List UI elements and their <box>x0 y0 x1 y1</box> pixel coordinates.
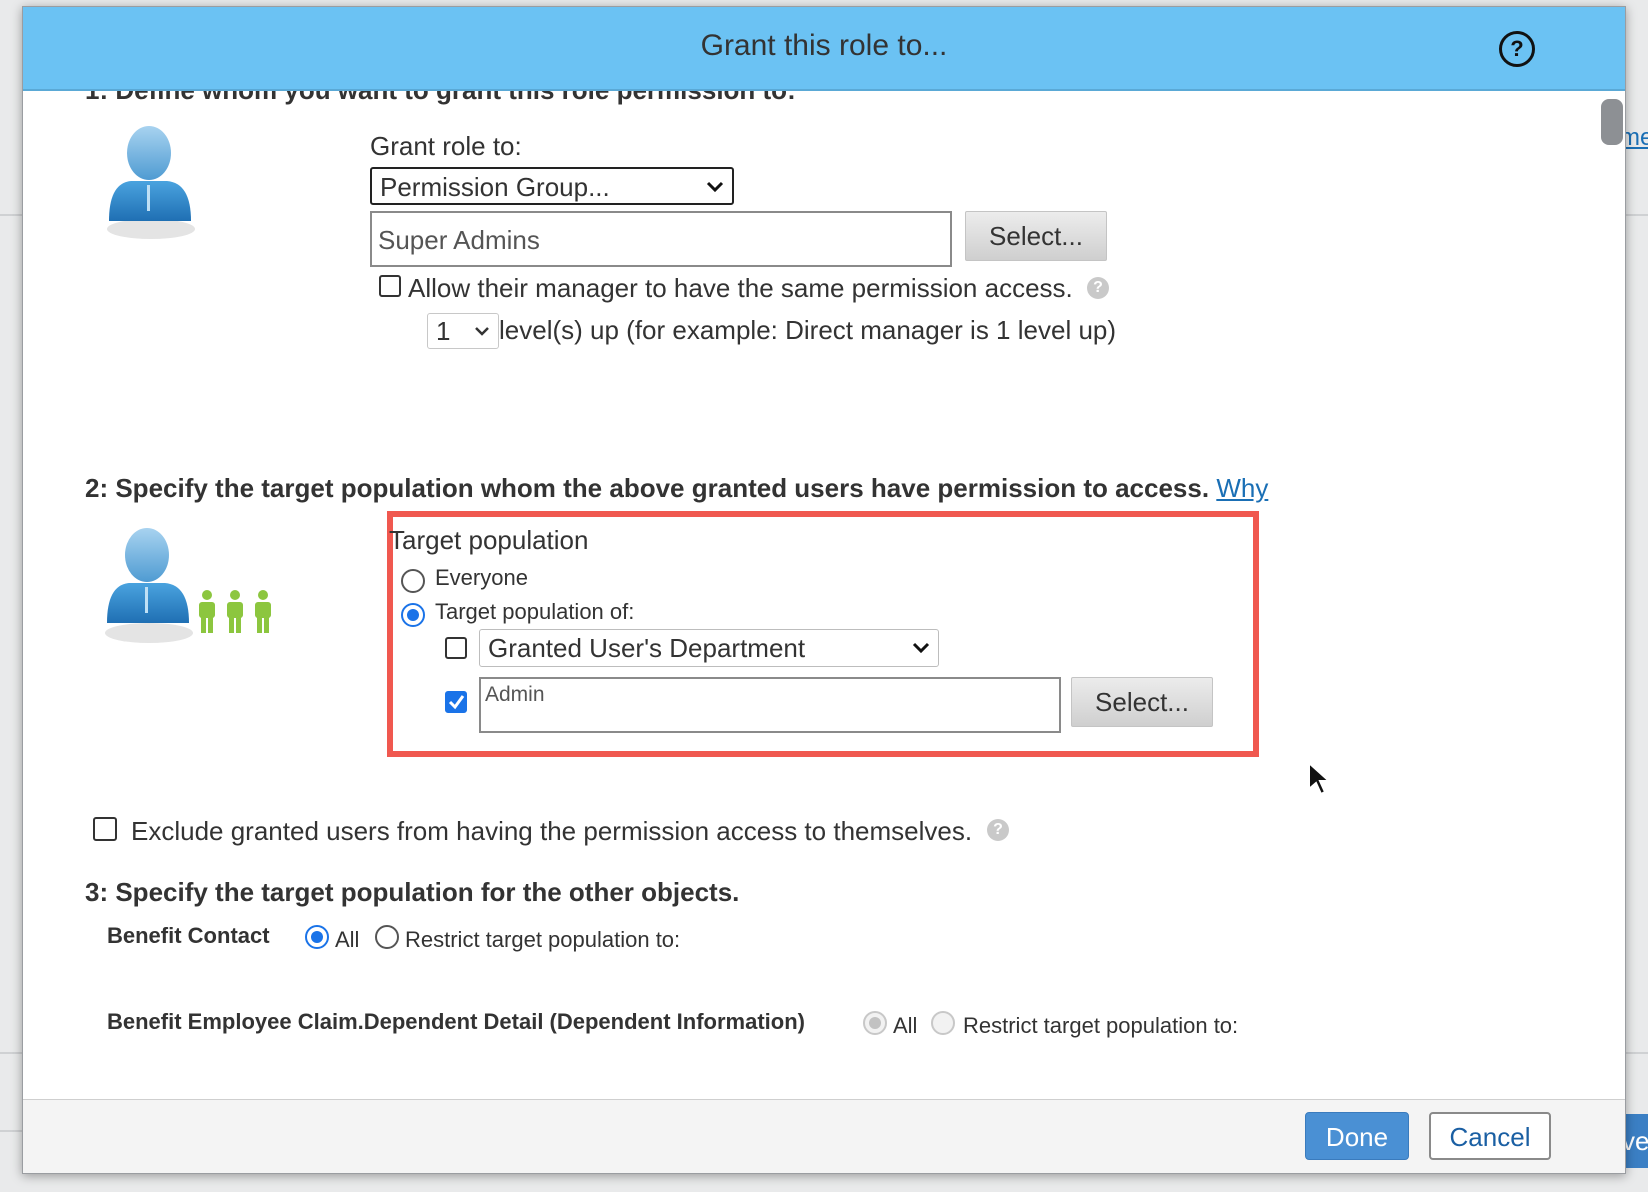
section2-heading-text: 2: Specify the target population whom th… <box>85 473 1210 503</box>
help-icon[interactable]: ? <box>987 819 1009 841</box>
done-button[interactable]: Done <box>1305 1112 1409 1160</box>
why-link[interactable]: Why <box>1216 473 1268 503</box>
object-name: Benefit Contact <box>107 923 270 948</box>
section1-heading: 1: Define whom you want to grant this ro… <box>85 91 796 106</box>
check-icon <box>448 695 465 710</box>
group-name-value: Super Admins <box>378 225 540 255</box>
select-group-button[interactable]: Select... <box>965 211 1107 261</box>
scrollbar-thumb[interactable] <box>1601 99 1623 145</box>
restrict-label: Restrict target population to: <box>963 1013 1239 1038</box>
manager-access-label: Allow their manager to have the same per… <box>408 273 1073 303</box>
all-radio[interactable] <box>305 925 329 949</box>
cancel-button[interactable]: Cancel <box>1429 1112 1551 1160</box>
mouse-cursor-icon <box>1308 761 1331 796</box>
grant-role-to-label: Grant role to: <box>370 131 522 161</box>
department-select[interactable]: Granted User's Department <box>479 629 939 667</box>
manager-level-label: level(s) up (for example: Direct manager… <box>499 315 1117 345</box>
section3-heading: 3: Specify the target population for the… <box>85 877 740 907</box>
restrict-radio[interactable] <box>375 925 399 949</box>
dialog-content[interactable]: 1: Define whom you want to grant this ro… <box>23 91 1625 1099</box>
target-population-title: Target population <box>389 525 589 555</box>
user-avatar-icon <box>107 126 195 239</box>
chevron-down-icon <box>706 181 724 193</box>
exclude-self-label: Exclude granted users from having the pe… <box>131 816 973 846</box>
all-radio <box>863 1011 887 1035</box>
everyone-label: Everyone <box>435 565 528 590</box>
everyone-radio[interactable] <box>401 569 425 593</box>
target-population-of-label: Target population of: <box>435 599 635 624</box>
dialog-footer: Done Cancel <box>23 1099 1625 1173</box>
exclude-self-checkbox[interactable] <box>93 817 117 841</box>
dialog-titlebar: Grant this role to... ? <box>23 7 1625 91</box>
question-circle-icon[interactable]: ? <box>1499 31 1535 67</box>
restrict-label: Restrict target population to: <box>405 927 681 952</box>
target-population-icon <box>105 528 271 643</box>
manager-level-value: 1 <box>436 316 451 346</box>
all-label: All <box>893 1013 918 1038</box>
manager-level-select[interactable]: 1 <box>427 313 499 349</box>
manager-access-checkbox[interactable] <box>379 275 401 297</box>
restrict-radio <box>931 1011 955 1035</box>
grant-role-to-value: Permission Group... <box>380 172 610 202</box>
group-checkbox[interactable] <box>445 691 467 713</box>
dialog-title: Grant this role to... <box>700 29 948 62</box>
target-group-field[interactable]: Admin <box>479 677 1061 733</box>
department-checkbox[interactable] <box>445 637 467 659</box>
select-target-group-button[interactable]: Select... <box>1071 677 1213 727</box>
section2-heading: 2: Specify the target population whom th… <box>85 473 1268 504</box>
grant-role-dialog: Grant this role to... ? 1: Define whom y… <box>22 6 1626 1174</box>
object-name: Benefit Employee Claim.Dependent Detail … <box>107 1009 805 1034</box>
chevron-down-icon <box>475 327 489 336</box>
chevron-down-icon <box>912 642 930 654</box>
department-value: Granted User's Department <box>488 633 806 663</box>
grant-role-to-select[interactable]: Permission Group... <box>370 167 734 205</box>
all-label: All <box>335 927 360 952</box>
group-name-field[interactable]: Super Admins <box>370 211 952 267</box>
target-group-value: Admin <box>485 683 545 706</box>
help-icon[interactable]: ? <box>1087 277 1109 299</box>
target-population-of-radio[interactable] <box>401 603 425 627</box>
